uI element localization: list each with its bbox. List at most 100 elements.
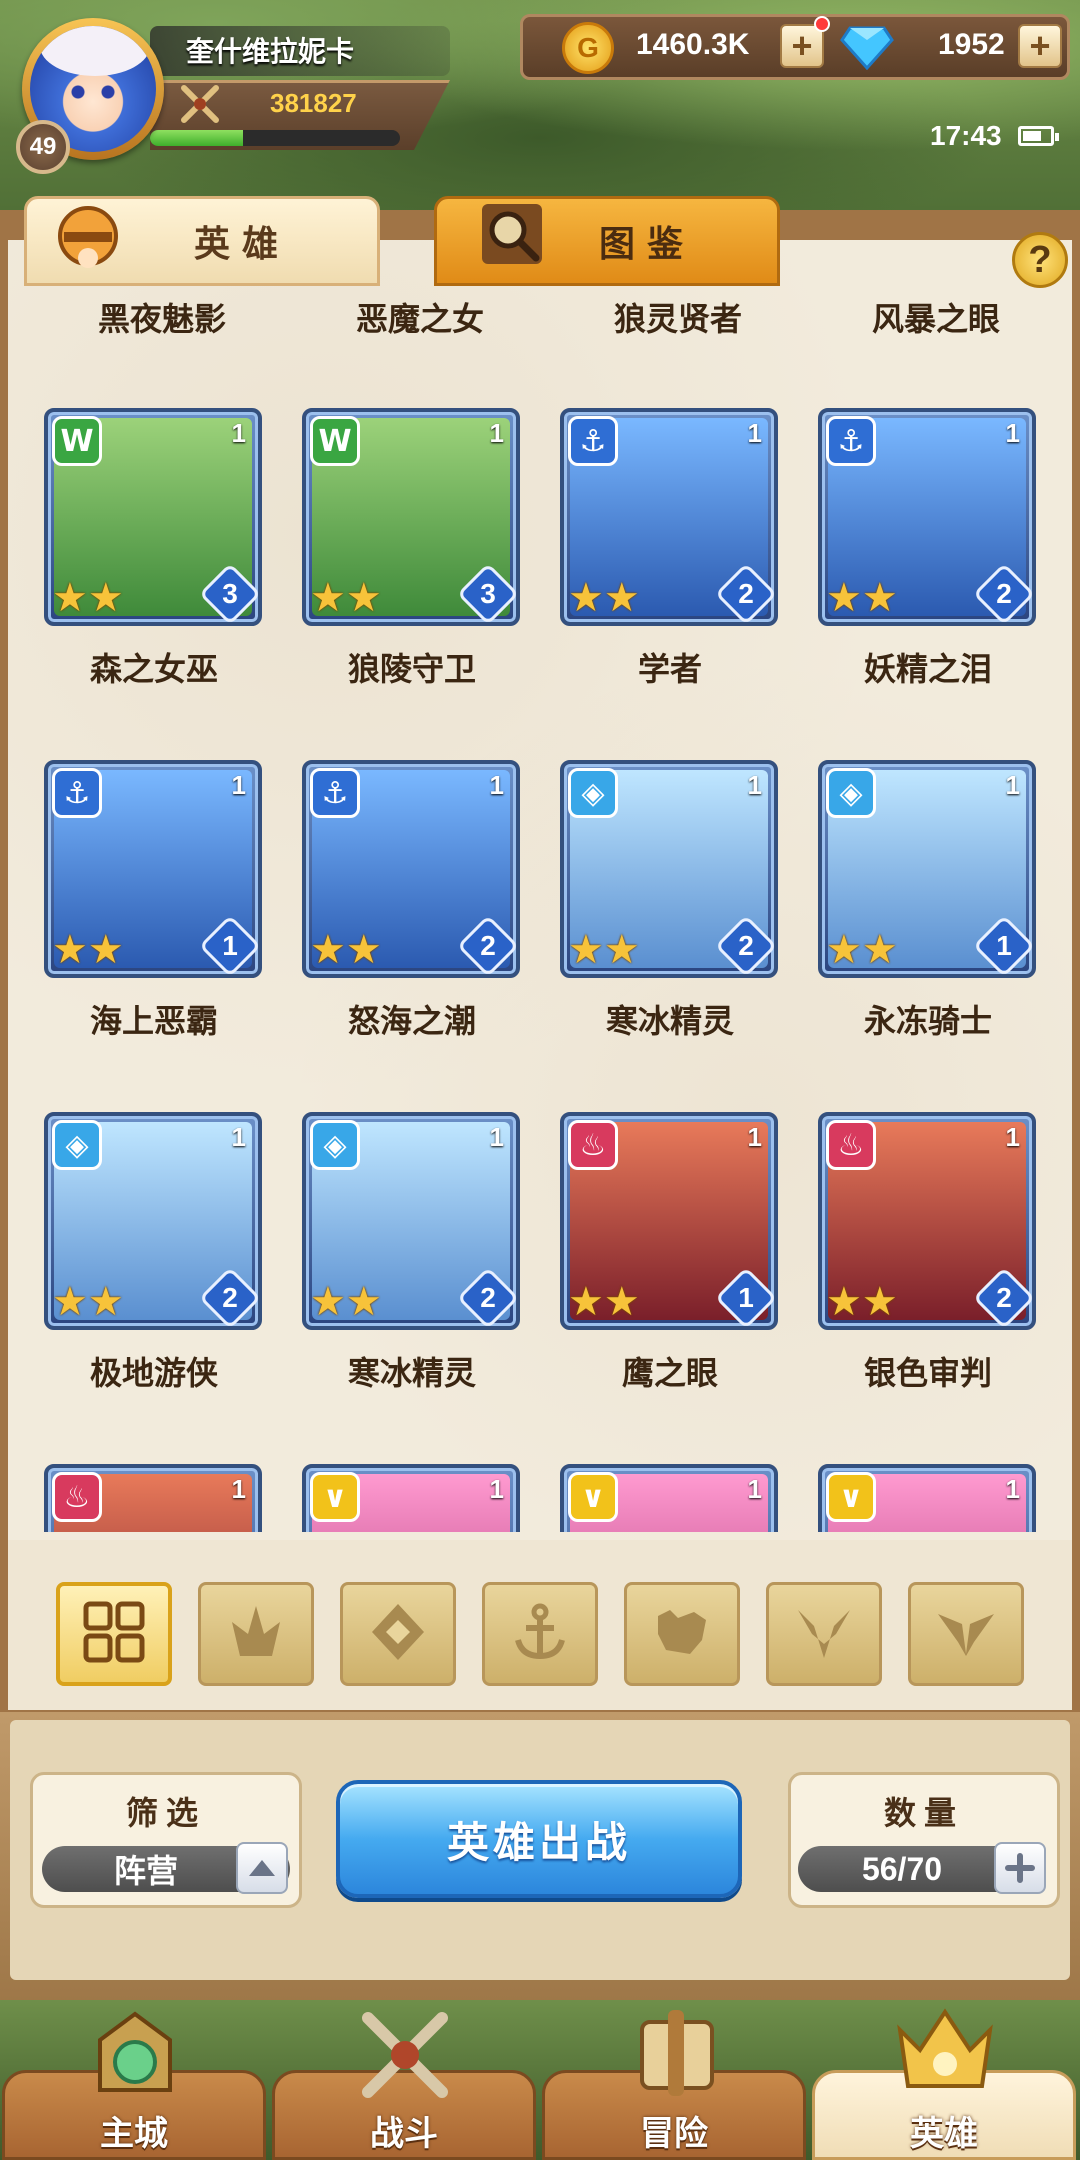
deploy-heroes-button[interactable]: 英雄出战 <box>336 1780 742 1898</box>
gem-value: 1952 <box>938 28 1005 61</box>
hero-level: 1 <box>489 1474 504 1504</box>
hero-name: 学者 <box>637 650 702 688</box>
hero-level: 1 <box>489 770 504 800</box>
faction-badge-icon: ♨ <box>52 1472 102 1522</box>
hero-name: 风暴之眼 <box>871 300 1000 338</box>
hero-name: 森之女巫 <box>89 650 218 688</box>
hero-name: 恶魔之女 <box>355 300 484 338</box>
faction-badge-icon: ⚓ <box>52 768 102 818</box>
filter-light-wings-button[interactable] <box>908 1582 1024 1686</box>
hero-crest-icon <box>880 2000 1010 2110</box>
hero-level: 1 <box>489 1122 504 1152</box>
star-rating: ★★ <box>826 575 898 621</box>
dark-horns-icon <box>792 1600 856 1668</box>
exp-bar <box>150 130 400 146</box>
hero-card[interactable]: ♨ 1 <box>44 1464 262 1532</box>
hero-level: 1 <box>489 418 504 448</box>
hero-card[interactable]: W 1 ★★ 3 <box>302 408 520 626</box>
magnifier-book-icon <box>474 196 550 272</box>
hero-level: 1 <box>1005 1122 1020 1152</box>
city-icon <box>70 2000 200 2110</box>
faction-badge-icon: ∨ <box>568 1472 618 1522</box>
exp-bar-fill <box>150 130 243 146</box>
wolf-emblem-icon <box>650 1600 714 1668</box>
star-rating: ★★ <box>568 1279 640 1325</box>
hero-card[interactable]: ∨ 1 <box>302 1464 520 1532</box>
hero-card[interactable]: W 1 ★★ 3 <box>44 408 262 626</box>
faction-badge-icon: ♨ <box>568 1120 618 1170</box>
ice-crystal-icon <box>366 1600 430 1668</box>
notification-dot <box>814 16 830 32</box>
chevron-up-icon[interactable] <box>236 1842 288 1894</box>
crossed-swords-icon <box>176 80 224 128</box>
battery-icon <box>1018 126 1059 146</box>
faction-badge-icon: ◈ <box>568 768 618 818</box>
hero-level: 1 <box>747 1122 762 1152</box>
nav-label-city: 主城 <box>100 2114 168 2154</box>
tab-codex-label: 图鉴 <box>598 224 695 265</box>
tab-heroes-label: 英雄 <box>193 224 290 265</box>
star-rating: ★★ <box>310 575 382 621</box>
faction-badge-icon: ◈ <box>826 768 876 818</box>
flame-icon <box>224 1600 288 1668</box>
star-rating: ★★ <box>310 927 382 973</box>
filter-dark-horns-button[interactable] <box>766 1582 882 1686</box>
nav-label-heroes: 英雄 <box>910 2114 978 2154</box>
filter-flame-button[interactable] <box>198 1582 314 1686</box>
star-level: 2 <box>222 1282 238 1313</box>
star-level: 2 <box>480 930 496 961</box>
hero-card[interactable]: ◈ 1 ★★ 2 <box>44 1112 262 1330</box>
star-level: 2 <box>996 578 1012 609</box>
hero-name: 永冻骑士 <box>863 1002 992 1040</box>
star-level: 2 <box>738 930 754 961</box>
hero-card[interactable]: ⚓ 1 ★★ 2 <box>560 408 778 626</box>
hero-card[interactable]: ⚓ 1 ★★ 2 <box>818 408 1036 626</box>
hero-card[interactable]: ♨ 1 ★★ 2 <box>818 1112 1036 1330</box>
hero-name: 妖精之泪 <box>863 650 992 688</box>
hero-card[interactable]: ∨ 1 <box>818 1464 1036 1532</box>
filter-wolf-emblem-button[interactable] <box>624 1582 740 1686</box>
star-level: 3 <box>222 578 238 609</box>
scroll-map-icon <box>612 2000 742 2110</box>
hero-card[interactable]: ♨ 1 ★★ 1 <box>560 1112 778 1330</box>
hero-level: 1 <box>1005 1474 1020 1504</box>
add-slot-button[interactable] <box>994 1842 1046 1894</box>
star-level: 2 <box>738 578 754 609</box>
help-button[interactable]: ? <box>1012 232 1068 288</box>
hero-level: 1 <box>231 418 246 448</box>
faction-badge-icon: ∨ <box>826 1472 876 1522</box>
hero-card[interactable]: ◈ 1 ★★ 1 <box>818 760 1036 978</box>
hero-card[interactable]: ◈ 1 ★★ 2 <box>560 760 778 978</box>
filter-all-grid-button[interactable] <box>56 1582 172 1686</box>
star-level: 1 <box>222 930 238 961</box>
hero-name: 怒海之潮 <box>347 1002 476 1040</box>
hero-level: 1 <box>1005 418 1020 448</box>
filter-ice-crystal-button[interactable] <box>340 1582 456 1686</box>
hero-name: 银色审判 <box>863 1354 992 1392</box>
faction-badge-icon: ∨ <box>310 1472 360 1522</box>
faction-badge-icon: ◈ <box>52 1120 102 1170</box>
hero-card[interactable]: ∨ 1 <box>560 1464 778 1532</box>
hero-card[interactable]: ⚓ 1 ★★ 2 <box>302 760 520 978</box>
hero-name: 鹰之眼 <box>621 1354 718 1392</box>
hero-card[interactable]: ◈ 1 ★★ 2 <box>302 1112 520 1330</box>
faction-badge-icon: W <box>52 416 102 466</box>
star-level: 2 <box>996 1282 1012 1313</box>
helmet-icon <box>50 196 126 272</box>
faction-badge-icon: W <box>310 416 360 466</box>
light-wings-icon <box>934 1600 998 1668</box>
faction-badge-icon: ⚓ <box>310 768 360 818</box>
hero-card[interactable]: ⚓ 1 ★★ 1 <box>44 760 262 978</box>
hero-level: 1 <box>231 1122 246 1152</box>
hero-name: 狼灵贤者 <box>613 300 742 338</box>
star-level: 2 <box>480 1282 496 1313</box>
hero-level: 1 <box>747 418 762 448</box>
all-grid-icon <box>82 1600 146 1668</box>
hero-level: 1 <box>231 1474 246 1504</box>
filter-anchor-button[interactable] <box>482 1582 598 1686</box>
hero-name: 极地游侠 <box>89 1354 218 1392</box>
nav-label-battle: 战斗 <box>370 2114 438 2154</box>
hero-name: 寒冰精灵 <box>605 1002 734 1040</box>
add-gems-button[interactable]: + <box>1018 24 1062 68</box>
anchor-icon <box>508 1600 572 1668</box>
